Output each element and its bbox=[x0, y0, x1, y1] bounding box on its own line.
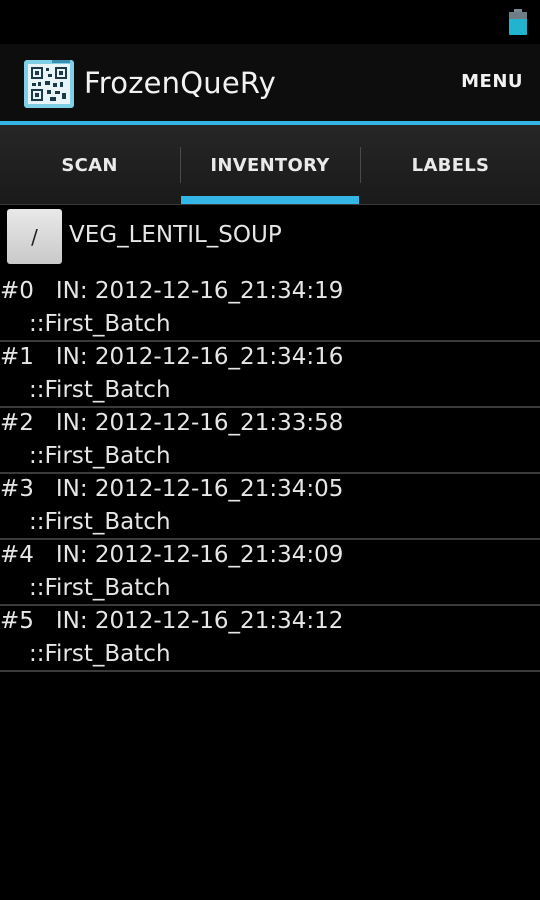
entry-header: #1 IN: 2012-12-16_21:34:16 bbox=[0, 344, 343, 370]
inventory-entry[interactable]: #1 IN: 2012-12-16_21:34:16 ::First_Batch bbox=[0, 340, 540, 408]
entry-batch: ::First_Batch bbox=[29, 311, 171, 337]
entry-header: #2 IN: 2012-12-16_21:33:58 bbox=[0, 410, 343, 436]
entry-in-timestamp: IN: 2012-12-16_21:34:09 bbox=[55, 542, 344, 568]
app-title: FrozenQueRy bbox=[84, 66, 277, 100]
entry-batch: ::First_Batch bbox=[29, 575, 171, 601]
entry-index: #3 bbox=[0, 476, 34, 502]
entry-in-timestamp: IN: 2012-12-16_21:33:58 bbox=[55, 410, 344, 436]
entry-index: #4 bbox=[0, 542, 34, 568]
entry-header: #5 IN: 2012-12-16_21:34:12 bbox=[0, 608, 343, 634]
entry-index: #2 bbox=[0, 410, 34, 436]
entry-header: #0 IN: 2012-12-16_21:34:19 bbox=[0, 278, 343, 304]
entry-index: #0 bbox=[0, 278, 34, 304]
action-bar: FrozenQueRy MENU bbox=[0, 44, 540, 122]
entry-in-timestamp: IN: 2012-12-16_21:34:19 bbox=[55, 278, 344, 304]
menu-button[interactable]: MENU bbox=[461, 71, 523, 92]
tab-bar-bottom-line bbox=[0, 204, 540, 205]
inventory-entry[interactable]: #4 IN: 2012-12-16_21:34:09 ::First_Batch bbox=[0, 538, 540, 606]
inventory-entry[interactable]: #5 IN: 2012-12-16_21:34:12 ::First_Batch bbox=[0, 604, 540, 672]
entry-header: #4 IN: 2012-12-16_21:34:09 bbox=[0, 542, 343, 568]
entry-batch: ::First_Batch bbox=[29, 377, 171, 403]
entry-index: #5 bbox=[0, 608, 34, 634]
item-name: VEG_LENTIL_SOUP bbox=[69, 222, 282, 248]
inventory-entry[interactable]: #3 IN: 2012-12-16_21:34:05 ::First_Batch bbox=[0, 472, 540, 540]
inventory-entry[interactable]: #0 IN: 2012-12-16_21:34:19 ::First_Batch bbox=[0, 274, 540, 342]
entry-in-timestamp: IN: 2012-12-16_21:34:16 bbox=[55, 344, 344, 370]
entry-index: #1 bbox=[0, 344, 34, 370]
entry-batch: ::First_Batch bbox=[29, 509, 171, 535]
tab-bar: SCAN INVENTORY LABELS bbox=[0, 125, 540, 205]
entry-batch: ::First_Batch bbox=[29, 443, 171, 469]
entry-header: #3 IN: 2012-12-16_21:34:05 bbox=[0, 476, 343, 502]
entry-in-timestamp: IN: 2012-12-16_21:34:12 bbox=[55, 608, 344, 634]
status-bar bbox=[0, 0, 540, 44]
tab-inventory[interactable]: INVENTORY bbox=[181, 125, 359, 205]
tab-labels[interactable]: LABELS bbox=[361, 125, 540, 205]
inventory-entry[interactable]: #2 IN: 2012-12-16_21:33:58 ::First_Batch bbox=[0, 406, 540, 474]
qr-code-app-icon[interactable] bbox=[24, 60, 74, 108]
tab-scan[interactable]: SCAN bbox=[0, 125, 179, 205]
entry-in-timestamp: IN: 2012-12-16_21:34:05 bbox=[55, 476, 344, 502]
path-up-button[interactable]: / bbox=[7, 209, 62, 264]
entry-batch: ::First_Batch bbox=[29, 641, 171, 667]
battery-icon bbox=[509, 9, 527, 35]
